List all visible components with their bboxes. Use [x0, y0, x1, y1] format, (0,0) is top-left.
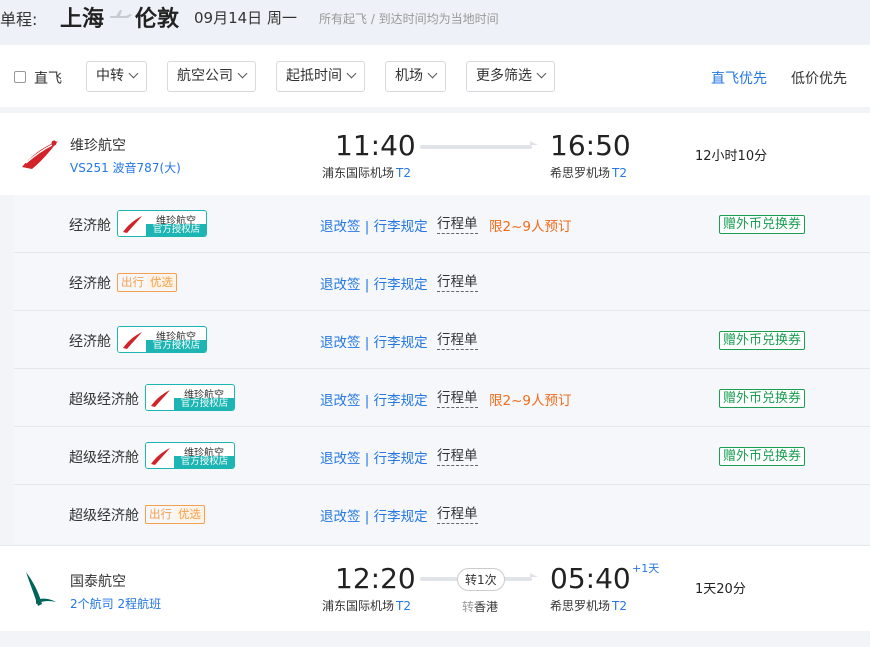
multi-airline-info[interactable]: 2个航司 2程航班 [70, 595, 161, 612]
cabin-class: 经济舱 [69, 334, 111, 350]
arrow-right-icon [530, 141, 538, 145]
airport-filter-dropdown[interactable]: 机场 [385, 61, 446, 92]
booking-limit-notice: 限2~9人预订 [489, 393, 572, 409]
chevron-down-icon [536, 68, 547, 79]
currency-voucher-gift-badge: 赠外币兑换券 [719, 215, 806, 234]
currency-voucher-gift-badge: 赠外币兑换券 [719, 447, 806, 466]
trip-type-label: 单程: [0, 10, 38, 29]
arrival-airport: 希思罗机场 T2 [550, 599, 627, 613]
official-store-badge: 维珍航空 官方授权店 [117, 210, 207, 237]
refund-baggage-rules-link[interactable]: 退改签 | 行李规定 [320, 447, 428, 467]
official-store-badge: 维珍航空 官方授权店 [145, 384, 235, 411]
chevron-down-icon [427, 68, 438, 79]
chevron-down-icon [237, 68, 248, 79]
arrival-time: 16:50 [550, 129, 631, 162]
virgin-atlantic-logo-icon [22, 140, 58, 169]
currency-voucher-gift-badge: 赠外币兑换券 [719, 331, 806, 350]
refund-baggage-rules-link[interactable]: 退改签 | 行李规定 [320, 331, 428, 351]
booking-limit-notice: 限2~9人预订 [489, 219, 572, 235]
departure-time: 11:40 [335, 129, 416, 162]
direct-checkbox[interactable] [14, 71, 26, 83]
airline-name: 国泰航空 [70, 574, 126, 590]
cabin-list: 经济舱 维珍航空 官方授权店 退改签 | 行李规定 行程单 限2~9人预订 赠外… [14, 195, 870, 544]
cabin-class: 超级经济舱 [69, 392, 139, 408]
cabin-row[interactable]: 超级经济舱 出行 优选 退改签 | 行李规定 行程单 [14, 485, 870, 543]
sort-direct-first[interactable]: 直飞优先 [711, 68, 767, 88]
next-day-indicator: +1天 [632, 562, 660, 575]
transfer-count-badge[interactable]: 转1次 [457, 568, 505, 591]
sort-lowest-price[interactable]: 低价优先 [791, 68, 847, 88]
cathay-pacific-logo-icon [26, 572, 56, 606]
flight-duration: 1天20分 [695, 582, 746, 597]
airline-name: 维珍航空 [70, 138, 126, 154]
destination-city: 伦敦 [135, 7, 180, 32]
arrival-time: 05:40 [550, 562, 631, 595]
cabin-class: 超级经济舱 [69, 450, 139, 466]
currency-voucher-gift-badge: 赠外币兑换券 [719, 389, 806, 408]
plane-icon [110, 10, 132, 18]
transfer-filter-dropdown[interactable]: 中转 [86, 61, 147, 92]
cabin-class: 经济舱 [69, 218, 111, 234]
itinerary-link[interactable]: 行程单 [437, 273, 478, 292]
virgin-atlantic-logo-icon [146, 443, 174, 468]
itinerary-link[interactable]: 行程单 [437, 215, 478, 234]
preferred-travel-badge: 出行 优选 [117, 273, 177, 292]
chevron-down-icon [128, 68, 139, 79]
flight-duration: 12小时10分 [695, 149, 768, 164]
cabin-row[interactable]: 超级经济舱 维珍航空 官方授权店 退改签 | 行李规定 行程单 赠外币兑换券 [14, 427, 870, 485]
time-filter-dropdown[interactable]: 起抵时间 [276, 61, 365, 92]
departure-time: 12:20 [335, 562, 416, 595]
itinerary-link[interactable]: 行程单 [437, 389, 478, 408]
cabin-row[interactable]: 经济舱 出行 优选 退改签 | 行李规定 行程单 [14, 253, 870, 311]
departure-airport: 浦东国际机场 T2 [322, 166, 411, 180]
cabin-class: 经济舱 [69, 276, 111, 292]
origin-city: 上海 [60, 7, 105, 32]
airline-filter-dropdown[interactable]: 航空公司 [167, 61, 256, 92]
itinerary-link[interactable]: 行程单 [437, 505, 478, 524]
official-store-badge: 维珍航空 官方授权店 [117, 326, 207, 353]
filter-bar: 直飞 中转 航空公司 起抵时间 机场 更多筛选 直飞优先 低价优先 [0, 45, 870, 107]
cabin-row[interactable]: 经济舱 维珍航空 官方授权店 退改签 | 行李规定 行程单 赠外币兑换券 [14, 311, 870, 369]
travel-date: 09月14日 周一 [194, 9, 297, 27]
more-filters-dropdown[interactable]: 更多筛选 [466, 61, 555, 92]
transfer-city: 转香港 [462, 600, 499, 614]
departure-airport: 浦东国际机场 T2 [322, 599, 411, 613]
arrow-right-icon [530, 573, 538, 577]
official-store-badge: 维珍航空 官方授权店 [145, 442, 235, 469]
refund-baggage-rules-link[interactable]: 退改签 | 行李规定 [320, 389, 428, 409]
flight-number-aircraft[interactable]: VS251 波音787(大) [70, 159, 181, 176]
cabin-class: 超级经济舱 [69, 508, 139, 524]
arrival-airport: 希思罗机场 T2 [550, 166, 627, 180]
virgin-atlantic-logo-icon [146, 385, 174, 410]
chevron-down-icon [346, 68, 357, 79]
cabin-row[interactable]: 经济舱 维珍航空 官方授权店 退改签 | 行李规定 行程单 限2~9人预订 赠外… [14, 195, 870, 253]
refund-baggage-rules-link[interactable]: 退改签 | 行李规定 [320, 273, 428, 293]
refund-baggage-rules-link[interactable]: 退改签 | 行李规定 [320, 505, 428, 525]
preferred-travel-badge: 出行 优选 [145, 505, 205, 524]
itinerary-link[interactable]: 行程单 [437, 447, 478, 466]
virgin-atlantic-logo-icon [118, 211, 146, 236]
search-header: 单程: 上海 伦敦 09月14日 周一 所有起飞 / 到达时间均为当地时间 [0, 0, 870, 44]
flight-card-vs251[interactable]: 维珍航空 VS251 波音787(大) 11:40 浦东国际机场 T2 16:50… [0, 113, 870, 195]
flight-route-line [420, 145, 532, 149]
itinerary-link[interactable]: 行程单 [437, 331, 478, 350]
flight-card-cathay[interactable]: 国泰航空 2个航司 2程航班 12:20 浦东国际机场 T2 转1次 转香港 05… [0, 545, 870, 631]
local-time-note: 所有起飞 / 到达时间均为当地时间 [319, 12, 499, 26]
direct-checkbox-label[interactable]: 直飞 [34, 68, 62, 88]
refund-baggage-rules-link[interactable]: 退改签 | 行李规定 [320, 215, 428, 235]
virgin-atlantic-logo-icon [118, 327, 146, 352]
cabin-row[interactable]: 超级经济舱 维珍航空 官方授权店 退改签 | 行李规定 行程单 限2~9人预订 … [14, 369, 870, 427]
